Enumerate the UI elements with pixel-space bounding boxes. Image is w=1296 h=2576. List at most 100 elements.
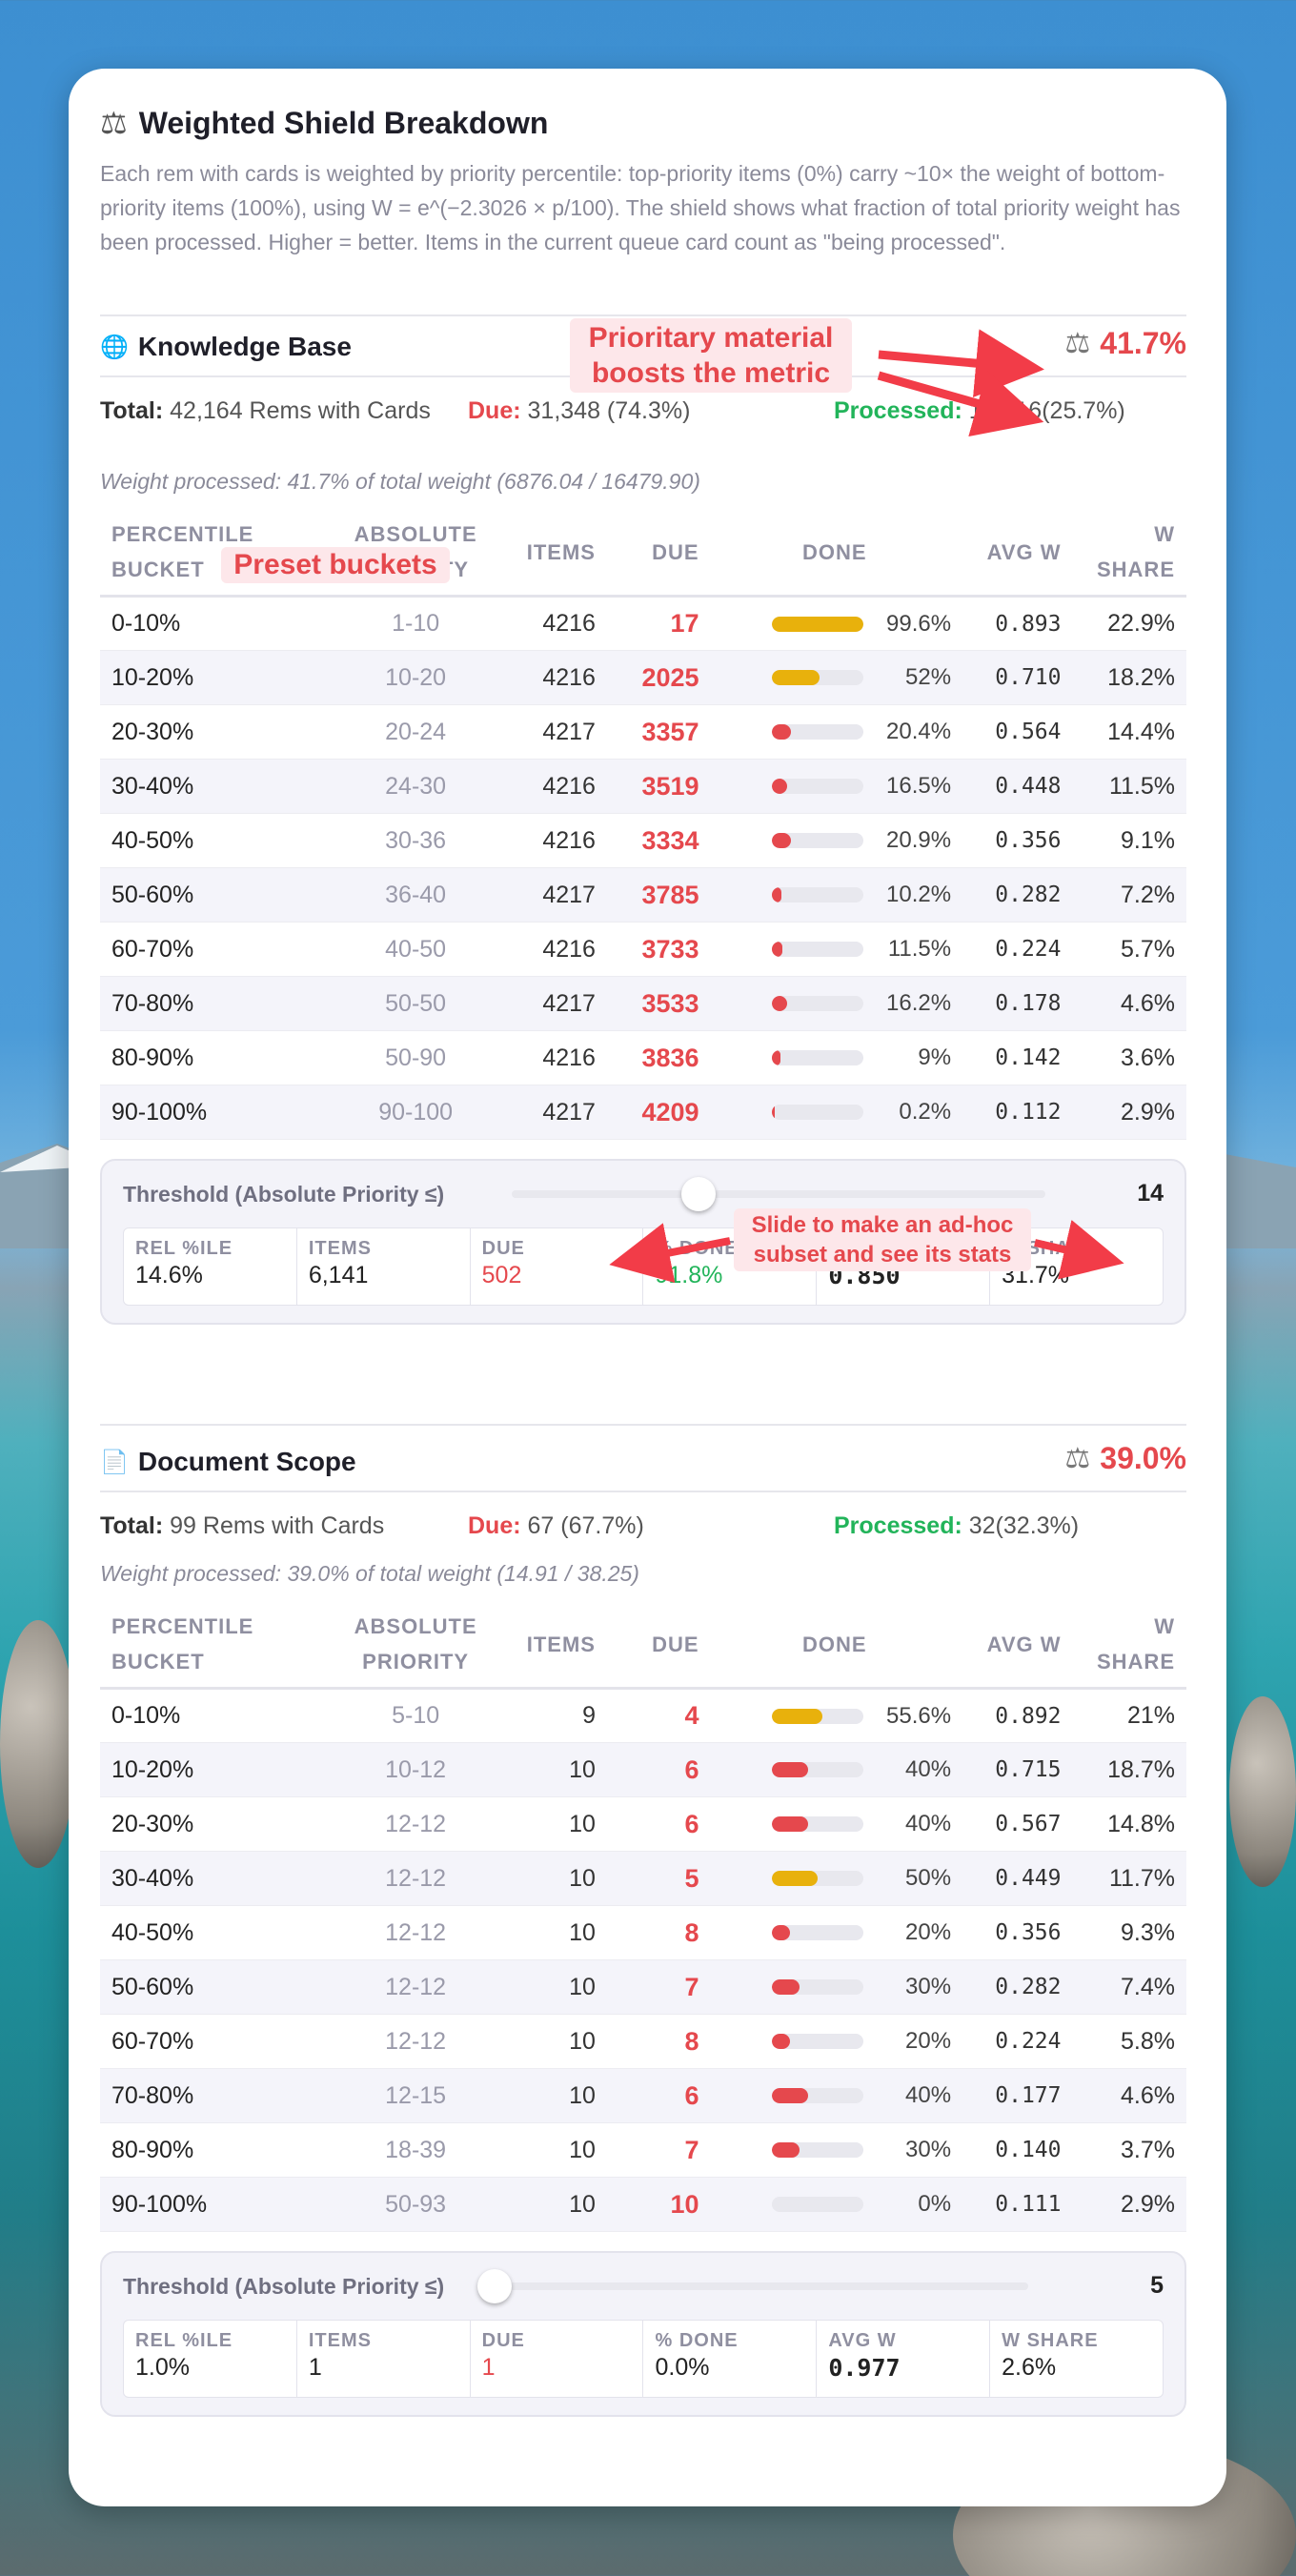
items-cell: 10 bbox=[503, 1959, 607, 2015]
threshold-value: 5 bbox=[1150, 2272, 1164, 2299]
stat-value: 1 bbox=[308, 2354, 322, 2381]
items-cell: 10 bbox=[503, 1851, 607, 1906]
done-percent: 99.6% bbox=[886, 610, 952, 637]
done-percent: 20.9% bbox=[886, 827, 952, 853]
bucket-cell: 20-30% bbox=[100, 1796, 328, 1852]
table-row: 40-50% 12-12 10 8 20% 0.356 9.3% bbox=[100, 1905, 1186, 1960]
progress-bar bbox=[772, 1925, 864, 1940]
progress-fill bbox=[772, 779, 787, 794]
bucket-cell: 40-50% bbox=[100, 813, 328, 868]
table-row: 70-80% 12-15 10 6 40% 0.177 4.6% bbox=[100, 2068, 1186, 2123]
stat-due: Due: 67 (67.7%) bbox=[468, 1508, 644, 1544]
stat-due: DUE 1 bbox=[471, 2321, 644, 2397]
progress-fill bbox=[772, 1816, 809, 1832]
divider bbox=[100, 314, 1186, 316]
progress-fill bbox=[772, 1708, 823, 1724]
progress-bar bbox=[772, 2142, 864, 2158]
done-cell: 40% bbox=[710, 1796, 960, 1852]
done-cell: 16.2% bbox=[710, 976, 960, 1031]
progress-fill bbox=[772, 833, 792, 848]
processed-label: Processed: bbox=[834, 1512, 962, 1539]
done-cell: 20% bbox=[710, 2014, 960, 2069]
avg-w-cell: 0.356 bbox=[959, 1905, 1073, 1960]
col-bucket: PERCENTILE BUCKET bbox=[100, 1601, 328, 1690]
scale-icon: ⚖ bbox=[1064, 1443, 1091, 1474]
threshold-slider[interactable] bbox=[477, 2269, 1028, 2303]
done-cell: 16.5% bbox=[710, 759, 960, 814]
processed-value: 10,816(25.7%) bbox=[968, 397, 1125, 424]
due-cell: 7 bbox=[606, 1959, 711, 2015]
total-value: 99 Rems with Cards bbox=[170, 1512, 385, 1539]
progress-fill bbox=[772, 996, 787, 1011]
bucket-cell: 30-40% bbox=[100, 759, 328, 814]
bucket-cell: 50-60% bbox=[100, 867, 328, 923]
items-cell: 4217 bbox=[503, 976, 607, 1031]
due-cell: 4 bbox=[606, 1688, 711, 1743]
due-cell: 17 bbox=[606, 596, 711, 651]
priority-cell: 10-12 bbox=[327, 1742, 504, 1797]
weight-processed: Weight processed: 41.7% of total weight … bbox=[100, 469, 700, 494]
total-label: Total: bbox=[100, 397, 164, 424]
w-share-cell: 4.6% bbox=[1072, 2068, 1186, 2123]
progress-fill bbox=[772, 887, 781, 903]
bucket-cell: 30-40% bbox=[100, 1851, 328, 1906]
section-title: Knowledge Base bbox=[137, 332, 352, 361]
due-cell: 3357 bbox=[606, 704, 711, 760]
table-row: 30-40% 12-12 10 5 50% 0.449 11.7% bbox=[100, 1851, 1186, 1906]
slider-handle[interactable] bbox=[477, 2269, 512, 2303]
annotation-slide: Slide to make an ad-hoc subset and see i… bbox=[734, 1208, 1031, 1271]
progress-bar bbox=[772, 1762, 864, 1777]
done-cell: 20.4% bbox=[710, 704, 960, 760]
items-cell: 10 bbox=[503, 2122, 607, 2178]
w-share-cell: 21% bbox=[1072, 1688, 1186, 1743]
avg-w-cell: 0.448 bbox=[959, 759, 1073, 814]
avg-w-cell: 0.449 bbox=[959, 1851, 1073, 1906]
avg-w-cell: 0.893 bbox=[959, 596, 1073, 651]
done-percent: 20.4% bbox=[886, 719, 952, 744]
w-share-cell: 9.3% bbox=[1072, 1905, 1186, 1960]
threshold-value: 14 bbox=[1137, 1180, 1164, 1207]
annotation-preset-buckets: Preset buckets bbox=[221, 547, 450, 583]
table-row: 30-40% 24-30 4216 3519 16.5% 0.448 11.5% bbox=[100, 759, 1186, 814]
table-row: 0-10% 5-10 9 4 55.6% 0.892 21% bbox=[100, 1688, 1186, 1743]
bucket-cell: 50-60% bbox=[100, 1959, 328, 2015]
stat-processed: Processed: 10,816(25.7%) bbox=[834, 393, 1125, 429]
w-share-cell: 7.4% bbox=[1072, 1959, 1186, 2015]
done-cell: 30% bbox=[710, 1959, 960, 2015]
w-share-cell: 11.5% bbox=[1072, 759, 1186, 814]
progress-fill bbox=[772, 942, 783, 957]
done-percent: 20% bbox=[905, 2028, 952, 2054]
progress-bar bbox=[772, 1708, 864, 1724]
progress-bar bbox=[772, 833, 864, 848]
bucket-cell: 0-10% bbox=[100, 596, 328, 651]
bucket-cell: 80-90% bbox=[100, 1030, 328, 1085]
w-share-cell: 18.7% bbox=[1072, 1742, 1186, 1797]
w-share-cell: 7.2% bbox=[1072, 867, 1186, 923]
document-scope-section: 📄 Document Scope ⚖ 39.0% Total: 99 Rems … bbox=[100, 1433, 1186, 2417]
threshold-slider[interactable] bbox=[512, 1177, 1045, 1211]
stat-label: REL %ILE bbox=[135, 2330, 233, 2351]
col-done: DONE bbox=[710, 509, 960, 598]
avg-w-cell: 0.142 bbox=[959, 1030, 1073, 1085]
done-percent: 9% bbox=[918, 1045, 952, 1070]
bucket-cell: 0-10% bbox=[100, 1688, 328, 1743]
items-cell: 10 bbox=[503, 1905, 607, 1960]
bucket-cell: 90-100% bbox=[100, 2177, 328, 2232]
table-row: 40-50% 30-36 4216 3334 20.9% 0.356 9.1% bbox=[100, 813, 1186, 868]
slider-handle[interactable] bbox=[681, 1177, 716, 1211]
due-value: 31,348 (74.3%) bbox=[527, 397, 691, 424]
stat-label: DUE bbox=[481, 2330, 525, 2351]
progress-bar bbox=[772, 2034, 864, 2049]
priority-cell: 20-24 bbox=[327, 704, 504, 760]
priority-cell: 5-10 bbox=[327, 1688, 504, 1743]
due-cell: 7 bbox=[606, 2122, 711, 2178]
items-cell: 4216 bbox=[503, 813, 607, 868]
bucket-cell: 60-70% bbox=[100, 2014, 328, 2069]
table-row: 20-30% 12-12 10 6 40% 0.567 14.8% bbox=[100, 1796, 1186, 1852]
stat-w-share: W SHARE 2.6% bbox=[990, 2321, 1163, 2397]
priority-cell: 1-10 bbox=[327, 596, 504, 651]
due-cell: 3334 bbox=[606, 813, 711, 868]
w-share-cell: 5.7% bbox=[1072, 922, 1186, 977]
table-row: 90-100% 50-93 10 10 0% 0.111 2.9% bbox=[100, 2177, 1186, 2232]
progress-fill bbox=[772, 616, 863, 632]
